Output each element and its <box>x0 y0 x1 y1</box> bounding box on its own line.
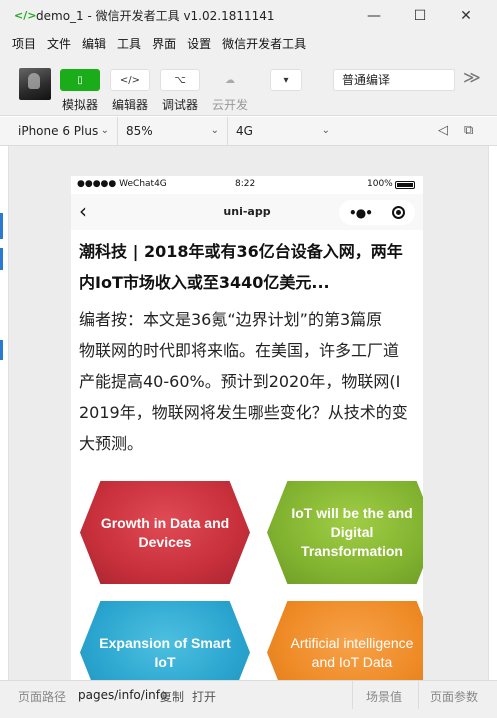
divider <box>352 681 353 710</box>
menu-item-devtools[interactable]: 微信开发者工具 <box>222 35 306 52</box>
left-edge-fragment <box>0 340 3 360</box>
phone-screen: ●●●●● WeChat4G 8:22 100% uni-app ‹ •●• 潮… <box>71 176 423 680</box>
toolbar: ▯ 模拟器 </> 编辑器 ⌥ 调试器 ☁ 云开发 ▾ 普通编译 ≫ <box>0 56 497 116</box>
wechat-devtools-icon: </> <box>14 9 37 22</box>
page-path-value: pages/info/info <box>78 688 168 702</box>
hex-label: IoT will be the and Digital Transformati… <box>291 505 413 559</box>
network-value: 4G <box>236 124 253 138</box>
maximize-icon: ☐ <box>413 7 427 24</box>
maximize-button[interactable]: ☐ <box>397 0 443 31</box>
device-bar: iPhone 6 Plus ⌄ 85% ⌄ 4G ⌄ ◁ ⧉ <box>0 117 497 146</box>
article-body: 编者按：本文是36氪“边界计划”的第3篇原 物联网的时代即将来临。在美国，许多工… <box>79 304 423 459</box>
zoom-select[interactable]: 85% ⌄ <box>118 117 228 145</box>
popout-icon[interactable]: ⧉ <box>464 123 473 138</box>
phone-clock: 8:22 <box>235 179 256 189</box>
debug-icon: ⌥ <box>160 69 200 91</box>
more-dots-icon[interactable]: •●• <box>349 206 373 220</box>
menu-bar: 项目 文件 编辑 工具 界面 设置 微信开发者工具 <box>0 31 497 56</box>
left-edge-fragment <box>0 248 3 270</box>
open-path-link[interactable]: 打开 <box>192 688 216 705</box>
hex-label: Artificial intelligence and IoT Data <box>290 634 414 670</box>
infographic-hex-transformation: IoT will be the and Digital Transformati… <box>267 481 423 584</box>
close-button[interactable]: ✕ <box>443 0 489 31</box>
user-avatar[interactable] <box>19 68 51 100</box>
hex-label: Growth in Data and Devices <box>100 514 230 550</box>
minimize-icon: — <box>367 7 381 24</box>
headline-line: 内IoT市场收入或至3440亿美元... <box>79 273 330 292</box>
body-line: 产能提高40-60%。预计到2020年，物联网(I <box>79 372 401 391</box>
title-bar: </> demo_1 - 微信开发者工具 v1.02.1811141 — ☐ ✕ <box>0 0 497 31</box>
battery-icon <box>395 181 415 189</box>
debugger-label: 调试器 <box>161 98 198 112</box>
editor-label: 编辑器 <box>111 98 148 112</box>
toolbar-overflow-icon[interactable]: ≫ <box>463 68 481 88</box>
cloud-dev-label: 云开发 <box>211 98 248 112</box>
chevron-down-icon: ⌄ <box>210 125 219 136</box>
minimize-button[interactable]: — <box>351 0 397 31</box>
sound-icon[interactable]: ◁ <box>438 123 448 138</box>
simulator-toggle[interactable]: ▯ 模拟器 <box>60 69 100 113</box>
headline-line: 潮科技 | 2018年或有36亿台设备入网，两年 <box>79 242 403 261</box>
phone-status-bar: ●●●●● WeChat4G 8:22 100% <box>71 176 423 194</box>
bottom-status-bar: 页面路径 pages/info/info 复制 打开 场景值 页面参数 <box>0 680 497 710</box>
zoom-value: 85% <box>126 124 153 138</box>
menu-item-tools[interactable]: 工具 <box>117 35 141 52</box>
infographic-hex-growth: Growth in Data and Devices <box>80 481 250 584</box>
code-icon: </> <box>110 69 150 91</box>
menu-item-file[interactable]: 文件 <box>47 35 71 52</box>
infographic-hex-ai: Artificial intelligence and IoT Data <box>267 601 423 680</box>
article-headline: 潮科技 | 2018年或有36亿台设备入网，两年 内IoT市场收入或至3440亿… <box>79 236 423 298</box>
window-title: demo_1 - 微信开发者工具 v1.02.1811141 <box>36 9 275 23</box>
page-path-label: 页面路径 <box>18 690 67 704</box>
body-line: 2019年，物联网将发生哪些变化？从技术的变 <box>79 403 408 422</box>
copy-path-link[interactable]: 复制 <box>160 688 184 705</box>
article-content: 潮科技 | 2018年或有36亿台设备入网，两年 内IoT市场收入或至3440亿… <box>71 230 423 680</box>
menu-item-settings[interactable]: 设置 <box>187 35 211 52</box>
infographic-hex-smart-iot: Expansion of Smart IoT <box>80 601 250 680</box>
editor-toggle[interactable]: </> 编辑器 <box>110 69 150 113</box>
body-line: 编者按：本文是36氪“边界计划”的第3篇原 <box>79 310 383 329</box>
mode-dropdown[interactable]: ▾ <box>270 69 302 91</box>
cloud-dev-button[interactable]: ☁ 云开发 <box>210 69 250 113</box>
window-bottom-edge <box>0 709 497 718</box>
phone-nav-bar: uni-app ‹ •●• <box>71 194 423 230</box>
menu-item-project[interactable]: 项目 <box>12 35 36 52</box>
divider <box>418 681 419 710</box>
back-arrow-icon[interactable]: ‹ <box>79 200 87 222</box>
simulator-label: 模拟器 <box>61 98 98 112</box>
page-params-button[interactable]: 页面参数 <box>430 688 478 705</box>
close-target-icon[interactable] <box>391 206 405 219</box>
body-line: 物联网的时代即将来临。在美国，许多工厂道 <box>79 341 400 360</box>
chevron-down-icon: ⌄ <box>321 125 330 136</box>
close-icon: ✕ <box>460 7 472 24</box>
signal-indicator: ●●●●● WeChat4G <box>77 179 167 189</box>
scene-value-button[interactable]: 场景值 <box>366 688 402 705</box>
menu-item-edit[interactable]: 编辑 <box>82 35 106 52</box>
debugger-toggle[interactable]: ⌥ 调试器 <box>160 69 200 113</box>
network-select[interactable]: 4G ⌄ <box>228 117 338 145</box>
device-value: iPhone 6 Plus <box>18 124 99 138</box>
phone-icon: ▯ <box>60 69 100 91</box>
device-select[interactable]: iPhone 6 Plus ⌄ <box>10 117 118 145</box>
menu-item-interface[interactable]: 界面 <box>152 35 176 52</box>
compile-mode-select[interactable]: 普通编译 <box>333 69 455 91</box>
chevron-down-icon: ⌄ <box>100 125 109 136</box>
battery-percent: 100% <box>367 179 393 189</box>
cloud-icon: ☁ <box>225 74 235 86</box>
left-edge-fragment <box>0 213 3 239</box>
dropdown-caret-icon: ▾ <box>270 69 302 91</box>
hex-label: Expansion of Smart IoT <box>99 634 231 670</box>
body-line: 大预测。 <box>79 434 144 453</box>
mini-program-capsule: •●• <box>339 200 415 225</box>
